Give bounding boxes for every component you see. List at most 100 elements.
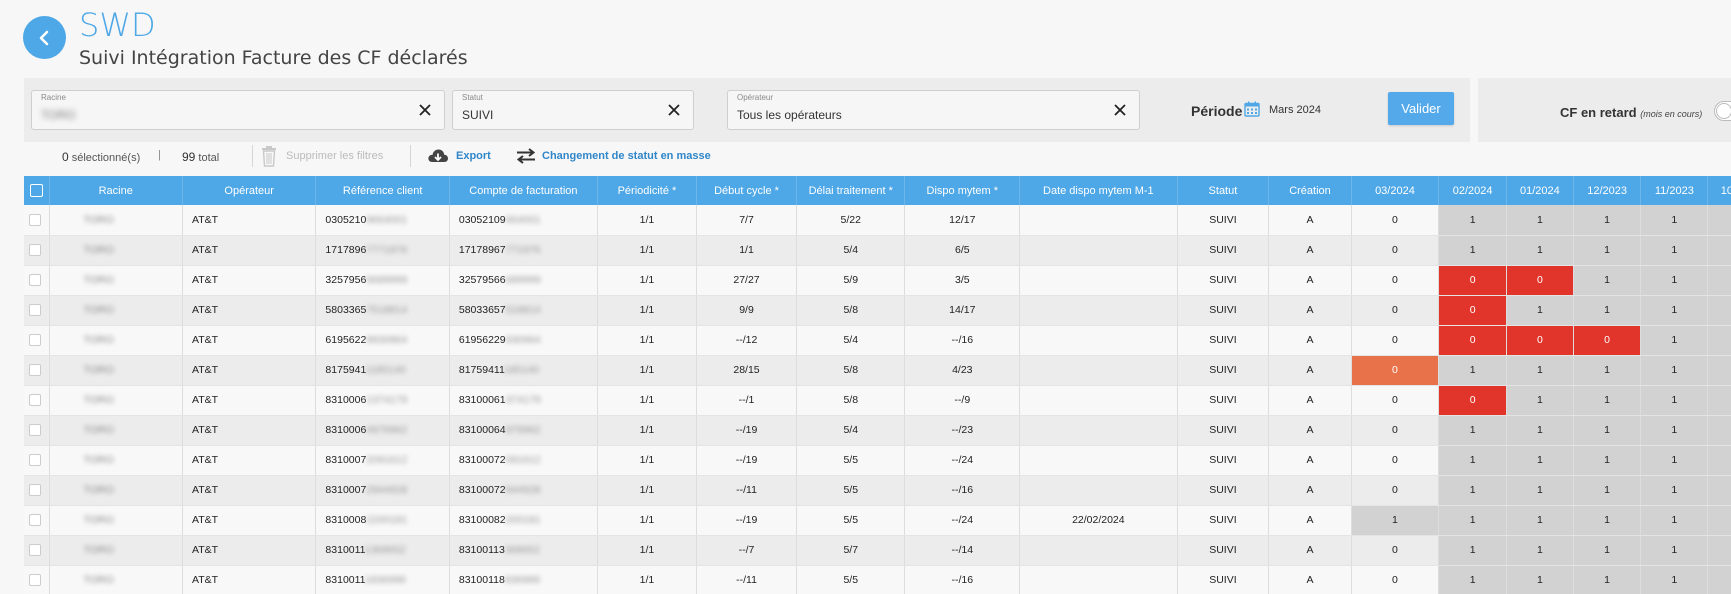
back-button[interactable] [23, 16, 66, 59]
month-status-cell[interactable]: 1 [1707, 325, 1731, 356]
row-select-cell[interactable] [24, 265, 50, 296]
month-status-cell[interactable]: 1 [1707, 565, 1731, 594]
month-status-cell[interactable]: 0 [1351, 445, 1440, 476]
month-status-cell[interactable]: 1 [1573, 415, 1642, 446]
month-status-cell[interactable]: 0 [1438, 325, 1507, 356]
month-status-cell[interactable]: 1 [1438, 475, 1507, 506]
month-status-cell[interactable]: 1 [1707, 355, 1731, 386]
row-checkbox[interactable] [29, 484, 41, 497]
month-status-cell[interactable]: 0 [1351, 355, 1440, 386]
close-icon[interactable] [415, 100, 435, 120]
month-status-cell[interactable]: 1 [1438, 565, 1507, 594]
column-header[interactable]: 02/2024 [1438, 176, 1507, 205]
table-row[interactable]: TORO AT&T 81759411185140 81759411185140 1/1 2… [24, 355, 1731, 386]
row-checkbox[interactable] [29, 544, 41, 557]
month-status-cell[interactable]: 1 [1506, 445, 1574, 476]
row-select-cell[interactable] [24, 355, 50, 386]
row-select-cell[interactable] [24, 445, 50, 476]
periode-value[interactable]: Mars 2024 [1269, 104, 1321, 116]
row-select-cell[interactable] [24, 415, 50, 446]
row-select-cell[interactable] [24, 205, 50, 236]
column-header[interactable]: Création [1268, 176, 1352, 205]
row-select-cell[interactable] [24, 325, 50, 356]
select-all-header[interactable] [24, 176, 50, 205]
table-row[interactable]: TORO AT&T 17178967771976 17178967771976 1/1 1… [24, 235, 1731, 266]
row-checkbox[interactable] [29, 334, 41, 347]
month-status-cell[interactable]: 1 [1640, 235, 1709, 266]
row-checkbox[interactable] [29, 424, 41, 437]
month-status-cell[interactable]: 1 [1573, 565, 1642, 594]
close-icon[interactable] [1110, 100, 1130, 120]
month-status-cell[interactable]: 1 [1573, 475, 1642, 506]
calendar-icon[interactable] [1244, 101, 1260, 117]
month-status-cell[interactable]: 1 [1573, 205, 1642, 236]
month-status-cell[interactable]: 1 [1506, 205, 1574, 236]
row-select-cell[interactable] [24, 565, 50, 594]
month-status-cell[interactable]: 1 [1707, 265, 1731, 296]
month-status-cell[interactable]: 1 [1506, 235, 1574, 266]
table-row[interactable]: TORO AT&T 83100061374179 83100061374179 1/1-… [24, 385, 1731, 416]
column-header[interactable]: Compte de facturation [449, 176, 598, 205]
cloud-download-icon[interactable] [427, 147, 449, 165]
month-status-cell[interactable]: 1 [1573, 385, 1642, 416]
month-status-cell[interactable]: 1 [1506, 355, 1574, 386]
month-status-cell[interactable]: 1 [1707, 535, 1731, 566]
cf-retard-toggle[interactable] [1714, 101, 1731, 121]
column-header[interactable]: 12/2023 [1573, 176, 1642, 205]
month-status-cell[interactable]: 0 [1351, 535, 1440, 566]
row-select-cell[interactable] [24, 235, 50, 266]
month-status-cell[interactable]: 1 [1438, 205, 1507, 236]
row-select-cell[interactable] [24, 535, 50, 566]
month-status-cell[interactable]: 1 [1640, 475, 1709, 506]
month-status-cell[interactable]: 1 [1438, 445, 1507, 476]
row-select-cell[interactable] [24, 385, 50, 416]
column-header[interactable]: 10/2023 [1707, 176, 1731, 205]
month-status-cell[interactable]: 0 [1351, 415, 1440, 446]
clear-filters-button[interactable]: Supprimer les filtres [286, 150, 383, 162]
column-header[interactable]: Dispo mytem * [904, 176, 1021, 205]
month-status-cell[interactable]: 1 [1438, 355, 1507, 386]
month-status-cell[interactable]: 1 [1506, 505, 1574, 536]
row-checkbox[interactable] [29, 274, 41, 287]
month-status-cell[interactable]: 1 [1640, 295, 1709, 326]
month-status-cell[interactable]: 1 [1640, 355, 1709, 386]
month-status-cell[interactable]: 1 [1707, 475, 1731, 506]
month-status-cell[interactable]: 1 [1506, 475, 1574, 506]
month-status-cell[interactable]: 0 [1351, 295, 1440, 326]
month-status-cell[interactable]: 1 [1707, 235, 1731, 266]
month-status-cell[interactable]: 0 [1438, 385, 1507, 416]
table-row[interactable]: TORO AT&T 83100064976962 83100064976962 1/1-… [24, 415, 1731, 446]
export-button[interactable]: Export [456, 150, 491, 162]
row-select-cell[interactable] [24, 505, 50, 536]
column-header[interactable]: Opérateur [182, 176, 317, 205]
table-row[interactable]: TORO AT&T 32579566689999 32579566689999 1/1 2… [24, 265, 1731, 296]
month-status-cell[interactable]: 0 [1351, 385, 1440, 416]
month-status-cell[interactable]: 1 [1506, 535, 1574, 566]
month-status-cell[interactable]: 1 [1640, 265, 1709, 296]
column-header[interactable]: 01/2024 [1506, 176, 1574, 205]
month-status-cell[interactable]: 1 [1573, 445, 1642, 476]
row-checkbox[interactable] [29, 514, 41, 527]
table-row[interactable]: TORO AT&T 03052109664001 03052109664001 1/1 7… [24, 205, 1731, 236]
column-header[interactable]: Périodicité * [597, 176, 697, 205]
row-select-cell[interactable] [24, 295, 50, 326]
month-status-cell[interactable]: 1 [1707, 415, 1731, 446]
row-select-cell[interactable] [24, 475, 50, 506]
table-row[interactable]: TORO AT&T 58033657518814 58033657518814 1/1 9… [24, 295, 1731, 326]
month-status-cell[interactable]: 0 [1351, 325, 1440, 356]
month-status-cell[interactable]: 1 [1573, 355, 1642, 386]
row-checkbox[interactable] [29, 304, 41, 317]
row-checkbox[interactable] [29, 394, 41, 407]
table-row[interactable]: TORO AT&T 83100072944928 83100072944928 1/1-… [24, 475, 1731, 506]
month-status-cell[interactable]: 1 [1707, 295, 1731, 326]
month-status-cell[interactable]: 1 [1506, 565, 1574, 594]
month-status-cell[interactable]: 1 [1438, 235, 1507, 266]
month-status-cell[interactable]: 1 [1640, 415, 1709, 446]
column-header[interactable]: 11/2023 [1640, 176, 1709, 205]
month-status-cell[interactable]: 1 [1640, 325, 1709, 356]
month-status-cell[interactable]: 1 [1351, 505, 1440, 536]
month-status-cell[interactable]: 1 [1640, 565, 1709, 594]
month-status-cell[interactable]: 1 [1573, 265, 1642, 296]
table-row[interactable]: TORO AT&T 83100082200181 83100082200181 1/1-… [24, 505, 1731, 536]
swap-arrows-icon[interactable] [515, 147, 537, 165]
